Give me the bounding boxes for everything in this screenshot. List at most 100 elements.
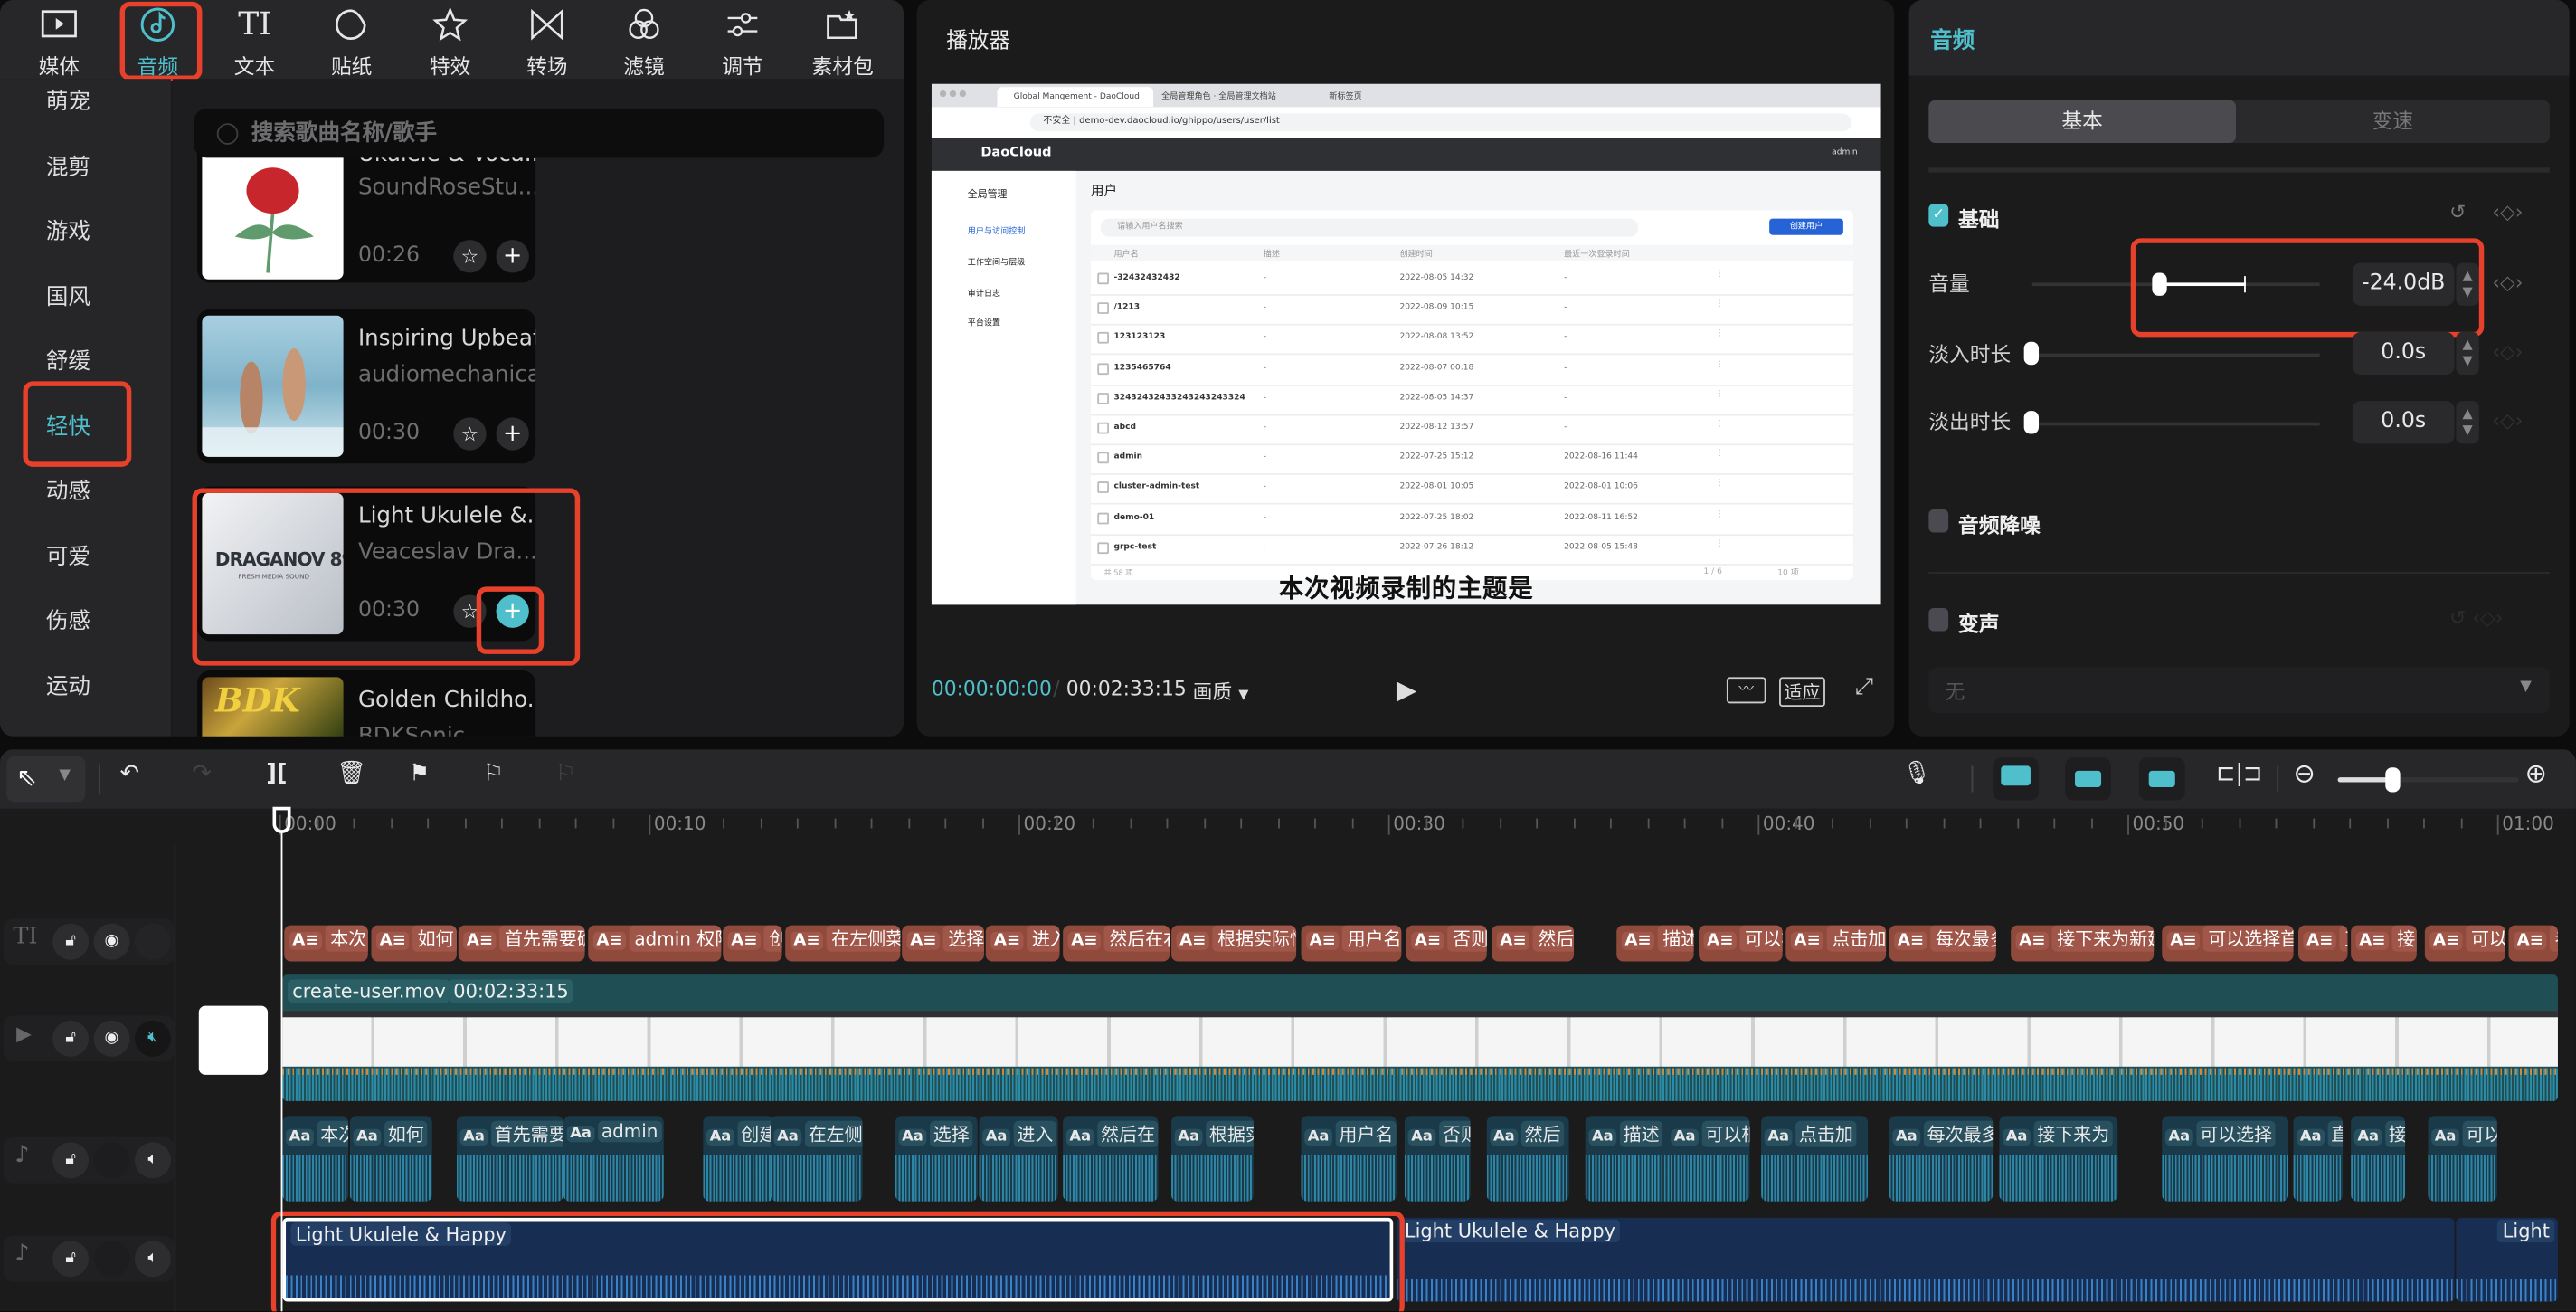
text-clip[interactable]: A≡者 bbox=[2508, 925, 2558, 962]
voice-clip[interactable]: Aa 创建 bbox=[703, 1116, 774, 1202]
song-item[interactable]: HAPPY Ukulele & Voca... SoundRoseStu... … bbox=[196, 141, 536, 283]
play-button[interactable]: ▶ bbox=[1397, 674, 1416, 706]
snap-left-toggle[interactable] bbox=[1993, 757, 2040, 801]
tab-speed[interactable]: 变速 bbox=[2236, 100, 2550, 143]
undo-button[interactable]: ↶ bbox=[120, 761, 139, 787]
playhead-line[interactable] bbox=[280, 830, 283, 1312]
text-clip[interactable]: A≡ 然后 bbox=[1492, 925, 1575, 962]
fade-in-thumb[interactable] bbox=[2023, 341, 2040, 366]
category-item-active[interactable]: 轻快 bbox=[46, 407, 90, 441]
volume-slider-thumb[interactable] bbox=[2152, 272, 2167, 296]
music-clip-selected[interactable]: Light Ukulele & Happy bbox=[282, 1217, 1394, 1302]
tab-audio[interactable]: 音频 bbox=[117, 4, 199, 79]
voice-clip[interactable]: Aa 然后 bbox=[1486, 1116, 1569, 1202]
lock-button[interactable]: 🔓︎ bbox=[52, 923, 90, 960]
volume-stepper[interactable]: ▲ ▼ bbox=[2456, 262, 2479, 306]
text-clip[interactable]: A≡ 可以选择首 bbox=[2162, 925, 2294, 962]
song-item[interactable]: BDK Golden Childho... BDKSonic bbox=[196, 670, 536, 737]
voice-change-select[interactable]: 无 ▼ bbox=[1928, 667, 2550, 714]
add-song-button[interactable]: + bbox=[496, 594, 529, 628]
tab-adjust[interactable]: 调节 bbox=[702, 4, 784, 79]
lock-button[interactable]: 🔓︎ bbox=[52, 1020, 90, 1057]
voice-clip[interactable]: Aa否则 bbox=[1404, 1116, 1471, 1202]
voice-clip[interactable]: Aa 在左侧 bbox=[770, 1116, 863, 1202]
category-item[interactable]: 运动 bbox=[46, 667, 90, 700]
tab-effects[interactable]: 特效 bbox=[409, 4, 491, 79]
keyframe-icon[interactable]: ‹◇› bbox=[2492, 271, 2523, 294]
fit-button[interactable]: 适应 bbox=[1779, 677, 1825, 708]
text-clip[interactable]: A≡ 如何 bbox=[371, 925, 457, 962]
favorite-button[interactable]: ☆ bbox=[453, 240, 487, 273]
voice-clip[interactable]: Aa可以看 bbox=[2428, 1116, 2497, 1202]
text-clip[interactable]: A≡点击加号 bbox=[1785, 925, 1887, 962]
text-clip[interactable]: A≡ 用户名 bbox=[1301, 925, 1402, 962]
fade-out-input[interactable]: 0.0s bbox=[2352, 401, 2455, 444]
mute-button[interactable]: 🔇︎ bbox=[134, 1020, 171, 1057]
text-clip[interactable]: A≡ 选择 bbox=[902, 925, 984, 962]
voice-clip[interactable]: Aa 用户名 bbox=[1301, 1116, 1397, 1202]
fade-in-stepper[interactable]: ▲ ▼ bbox=[2456, 331, 2479, 376]
voice-change-checkbox[interactable] bbox=[1928, 608, 1949, 632]
fade-out-stepper[interactable]: ▲ ▼ bbox=[2456, 401, 2479, 444]
text-clip[interactable]: A≡直 bbox=[2298, 925, 2348, 962]
keyframe-icon[interactable]: ‹◇› bbox=[2492, 201, 2523, 223]
zoom-out-button[interactable]: ⊖ bbox=[2294, 757, 2316, 789]
record-button[interactable]: 🎙︎ bbox=[1902, 761, 1931, 787]
tab-material-pack[interactable]: 素材包 bbox=[799, 4, 887, 79]
text-clip[interactable]: A≡首先需要确 bbox=[458, 925, 585, 962]
voice-clip[interactable]: Aa 如何 bbox=[349, 1116, 432, 1202]
ai-marker-button[interactable]: ⚑ bbox=[409, 761, 430, 787]
category-item[interactable]: 游戏 bbox=[46, 212, 90, 245]
category-item[interactable]: 伤感 bbox=[46, 602, 90, 634]
fade-in-input[interactable]: 0.0s bbox=[2352, 331, 2455, 376]
basic-checkbox[interactable]: ✓ bbox=[1928, 204, 1949, 227]
tab-filter[interactable]: 滤镜 bbox=[603, 4, 686, 79]
voice-clip[interactable]: Aa直 bbox=[2293, 1116, 2344, 1202]
tab-sticker[interactable]: 贴纸 bbox=[310, 4, 393, 79]
lock-button[interactable]: 🔓︎ bbox=[52, 1142, 90, 1179]
voice-clip[interactable]: Aa可以根 bbox=[1667, 1116, 1750, 1202]
quality-dropdown[interactable]: 画质 ▼ bbox=[1193, 677, 1249, 705]
fade-in-slider[interactable] bbox=[2031, 353, 2320, 357]
fade-out-thumb[interactable] bbox=[2023, 411, 2040, 434]
fullscreen-button[interactable]: ⤢ bbox=[1855, 674, 1873, 700]
auto-snap-toggle[interactable] bbox=[2065, 757, 2111, 801]
time-ruler[interactable]: 00:00 00:10 00:20 00:30 00:40 00:50 01:00 bbox=[0, 809, 2576, 845]
marker-button[interactable]: ⚐ bbox=[483, 761, 504, 787]
tab-text[interactable]: TI 文本 bbox=[213, 4, 296, 79]
visibility-button[interactable]: ◉ bbox=[93, 923, 130, 960]
search-input[interactable] bbox=[248, 118, 879, 148]
voice-clip[interactable]: Aa 每次最多 bbox=[1889, 1116, 1994, 1202]
voice-clip[interactable]: Aa根据实 bbox=[1171, 1116, 1254, 1202]
tab-basic[interactable]: 基本 bbox=[1928, 100, 2236, 144]
voice-clip[interactable]: Aa 接 bbox=[2351, 1116, 2406, 1202]
preview-axis-button[interactable]: ⊏|⊐ bbox=[2216, 761, 2262, 787]
zoom-in-button[interactable]: ⊕ bbox=[2525, 757, 2547, 789]
text-clip[interactable]: A≡ 可以 bbox=[2424, 925, 2505, 962]
favorite-button[interactable]: ☆ bbox=[453, 417, 487, 451]
song-item[interactable]: Inspiring Upbeat audiomechanica 00:30 ☆ … bbox=[196, 309, 536, 464]
tab-media[interactable]: 媒体 bbox=[18, 4, 100, 79]
split-button[interactable]: ][ bbox=[266, 761, 287, 787]
category-item[interactable]: 混剪 bbox=[46, 147, 90, 181]
video-clip[interactable]: create-user.mov 00:02:33:15 bbox=[282, 974, 2558, 1101]
link-toggle[interactable] bbox=[2138, 757, 2185, 801]
song-item-selected[interactable]: DRAGANOV 89 FRESH MEDIA SOUND Light Ukul… bbox=[196, 486, 536, 642]
favorite-button[interactable]: ☆ bbox=[453, 594, 487, 628]
volume-button[interactable]: 🔈︎ bbox=[134, 1241, 171, 1278]
waveform-toggle[interactable]: 〰 bbox=[1726, 677, 1766, 704]
voice-clip[interactable]: Aa 然后在 bbox=[1063, 1116, 1159, 1202]
fade-out-slider[interactable] bbox=[2031, 422, 2320, 426]
text-clip[interactable]: A≡ 接 bbox=[2351, 925, 2417, 962]
text-clip[interactable]: A≡进入 bbox=[985, 925, 1060, 962]
music-clip[interactable]: Light Ukulele & Happy bbox=[1396, 1217, 2455, 1302]
text-clip[interactable]: A≡然后在右 bbox=[1063, 925, 1170, 962]
tab-transition[interactable]: 转场 bbox=[506, 4, 588, 79]
text-clip[interactable]: A≡ 在左侧菜 bbox=[785, 925, 901, 962]
voice-clip[interactable]: Aa 进入 bbox=[979, 1116, 1058, 1202]
song-search[interactable] bbox=[194, 108, 885, 158]
category-item[interactable]: 舒缓 bbox=[46, 342, 90, 375]
text-clip[interactable]: A≡描述 bbox=[1616, 925, 1694, 962]
text-clip[interactable]: A≡创 bbox=[723, 925, 782, 962]
category-item[interactable]: 萌宠 bbox=[46, 82, 90, 115]
